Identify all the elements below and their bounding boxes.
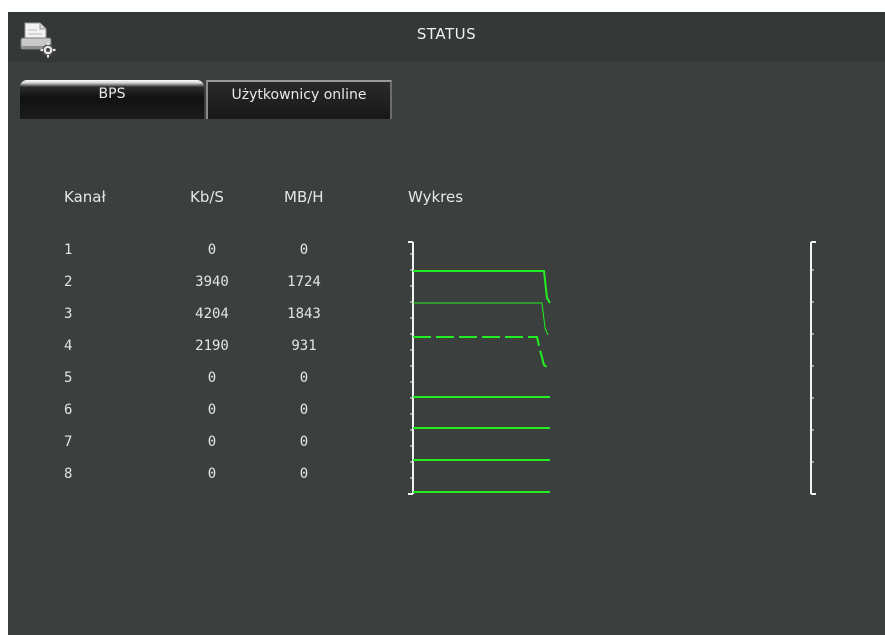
header-chart: Wykres — [408, 188, 464, 206]
channel-2-trace — [413, 270, 551, 304]
mbh-cell: 1843 — [287, 306, 321, 322]
title-bar: STATUS — [8, 12, 885, 62]
kbs-cell: 3940 — [195, 274, 229, 290]
channel-cell: 5 — [64, 370, 73, 386]
window-title: STATUS — [416, 25, 477, 43]
header-channel: Kanał — [64, 188, 106, 206]
channel-cell: 7 — [64, 434, 73, 450]
channel-cell: 4 — [64, 338, 73, 354]
kbs-cell: 0 — [207, 466, 217, 482]
channel-3-trace — [413, 302, 549, 336]
mbh-cell: 0 — [299, 434, 309, 450]
mbh-cell: 0 — [299, 242, 309, 258]
mbh-cell: 1724 — [287, 274, 321, 290]
header-mbh: MB/H — [284, 188, 324, 206]
kbs-cell: 0 — [207, 242, 217, 258]
left-scale — [408, 241, 414, 495]
channel-cell: 2 — [64, 274, 73, 290]
kbs-cell: 0 — [207, 402, 217, 418]
channel-cell: 1 — [64, 242, 73, 258]
kbs-cell: 4204 — [195, 306, 229, 322]
mbh-cell: 0 — [299, 466, 309, 482]
channel-cell: 6 — [64, 402, 73, 418]
channel-cell: 3 — [64, 306, 73, 322]
kbs-cell: 2190 — [195, 338, 229, 354]
kbs-cell: 0 — [207, 434, 217, 450]
right-scale — [810, 241, 816, 495]
mbh-cell: 0 — [299, 402, 309, 418]
bitrate-graph — [408, 241, 816, 495]
tab-users-online[interactable]: Użytkownicy online — [206, 80, 392, 119]
mbh-cell: 0 — [299, 370, 309, 386]
kbs-cell: 0 — [207, 370, 217, 386]
channel-cell: 8 — [64, 466, 73, 482]
status-window: STATUS BPS Użytkownicy online Kanał Kb/S… — [8, 12, 885, 635]
mbh-cell: 931 — [291, 338, 317, 354]
tab-bps[interactable]: BPS — [20, 80, 204, 119]
header-kbs: Kb/S — [190, 188, 224, 206]
channel-4-trace — [413, 336, 548, 368]
